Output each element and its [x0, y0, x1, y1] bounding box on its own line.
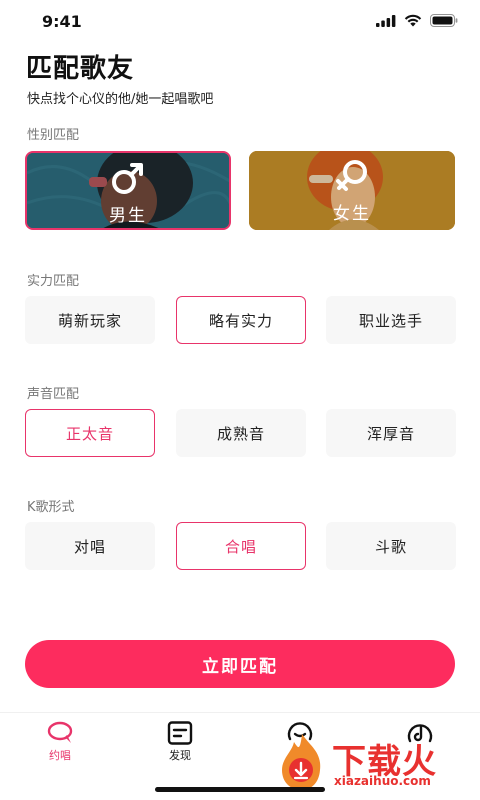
skill-option-newbie[interactable]: 萌新玩家 [25, 296, 155, 344]
tab-label-yuechang: 约唱 [49, 749, 71, 762]
battery-icon [430, 14, 458, 27]
voice-section-label: 声音匹配 [27, 387, 80, 402]
page-subtitle: 快点找个心仪的他/她一起唱歌吧 [27, 92, 214, 107]
voice-option-deep[interactable]: 浑厚音 [326, 409, 456, 457]
status-bar: 9:41 [0, 0, 480, 44]
chat-bubble-icon [47, 721, 73, 743]
skill-option-pro[interactable]: 职业选手 [326, 296, 456, 344]
note-icon [167, 721, 193, 745]
home-indicator [155, 787, 325, 792]
female-label: 女生 [333, 204, 371, 224]
female-icon [336, 160, 367, 191]
skill-option-skilled[interactable]: 略有实力 [176, 296, 306, 344]
gender-card-female[interactable]: 女生 [249, 151, 455, 230]
wifi-icon [404, 14, 422, 27]
gender-card-male[interactable]: 男生 [25, 151, 231, 230]
watermark: 下载火 xiazaihuo.com [274, 730, 474, 794]
watermark-url: xiazaihuo.com [334, 774, 431, 788]
skill-section-label: 实力匹配 [27, 274, 80, 289]
voice-option-mature[interactable]: 成熟音 [176, 409, 306, 457]
male-label: 男生 [109, 206, 147, 226]
status-icons [376, 14, 458, 27]
male-icon [112, 163, 143, 194]
tab-label-faxian: 发现 [169, 749, 191, 762]
status-time: 9:41 [42, 12, 82, 31]
mode-option-battle[interactable]: 斗歌 [326, 522, 456, 570]
page-title: 匹配歌友 [26, 54, 135, 84]
flame-logo-icon [282, 734, 321, 790]
voice-option-boy[interactable]: 正太音 [25, 409, 155, 457]
match-button[interactable]: 立即匹配 [25, 640, 455, 688]
mode-option-chorus[interactable]: 合唱 [176, 522, 306, 570]
tab-faxian[interactable]: 发现 [150, 721, 210, 763]
mode-option-duet[interactable]: 对唱 [25, 522, 155, 570]
signal-icon [376, 14, 396, 27]
mode-section-label: K歌形式 [27, 500, 75, 515]
gender-section-label: 性别匹配 [27, 128, 80, 143]
tab-yuechang[interactable]: 约唱 [30, 721, 90, 763]
